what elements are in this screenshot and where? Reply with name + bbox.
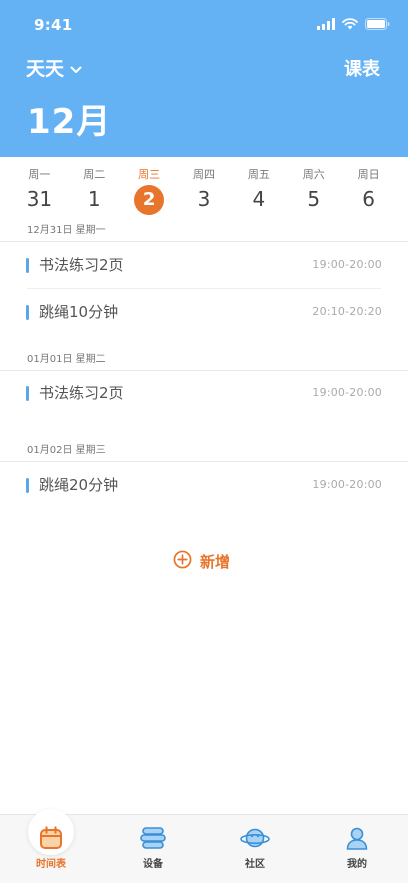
day-name: 周二 [83,168,106,181]
task-marker [26,305,29,320]
day-number: 2 [134,185,165,215]
tab-device[interactable]: 设备 [102,815,204,883]
day-name: 周五 [247,168,270,181]
day-number: 5 [307,187,321,211]
task-title: 跳绳10分钟 [39,303,119,321]
task-time: 19:00-20:00 [312,258,382,271]
task-title: 书法练习2页 [39,256,124,274]
task-item[interactable]: 书法练习2页 19:00-20:00 [26,254,382,278]
status-icons [317,16,390,32]
tab-timetable[interactable]: 时间表 [0,809,102,883]
plus-circle-icon [173,550,192,573]
tab-label: 时间表 [36,859,66,870]
add-task-label: 新增 [200,552,231,571]
task-time: 19:00-20:00 [312,478,382,491]
task-title: 书法练习2页 [39,384,124,402]
day-sun[interactable]: 周日 6 [341,168,396,216]
day-thu[interactable]: 周四 3 [177,168,232,216]
day-name: 周日 [357,168,380,181]
tab-label: 设备 [143,859,163,870]
day-number: 4 [252,187,266,211]
tab-profile[interactable]: 我的 [306,815,408,883]
divider [0,241,408,242]
calendar-icon [36,823,66,853]
date-heading: 01月02日 星期三 [27,445,106,456]
title-row: 天天 课表 [0,54,408,84]
day-name: 周四 [193,168,215,181]
user-selector[interactable]: 天天 [26,54,82,81]
add-task-button[interactable]: 新增 [173,549,230,573]
task-marker [26,258,29,273]
month-title: 12月 [27,102,112,142]
tab-community[interactable]: 社区 [204,815,306,883]
task-marker [26,478,29,493]
day-name: 周六 [302,168,325,181]
day-name: 周三 [138,168,161,181]
day-wed-selected[interactable]: 周三 2 [122,168,177,216]
day-name: 周一 [28,168,51,181]
date-heading: 12月31日 星期一 [27,225,106,236]
day-mon[interactable]: 周一 31 [12,168,67,216]
task-item[interactable]: 跳绳10分钟 20:10-20:20 [26,301,382,325]
task-marker [26,386,29,401]
task-item[interactable]: 书法练习2页 19:00-20:00 [26,382,382,406]
battery-icon [365,15,390,34]
status-bar: 9:41 [0,0,408,50]
planet-icon [240,823,270,853]
tab-label: 我的 [347,859,367,870]
tab-label: 社区 [245,859,265,870]
week-strip: 周一 31 周二 1 周三 2 周四 3 周五 4 周六 5 周日 6 [12,168,396,216]
tab-bar: 时间表 设备 社区 我的 [0,809,408,883]
signal-icon [317,15,335,34]
day-number: 31 [26,187,53,211]
day-fri[interactable]: 周五 4 [231,168,286,216]
date-heading: 01月01日 星期二 [27,354,106,365]
day-tue[interactable]: 周二 1 [67,168,122,216]
day-number: 6 [362,187,375,211]
task-time: 19:00-20:00 [312,386,382,399]
task-item[interactable]: 跳绳20分钟 19:00-20:00 [26,474,382,498]
day-number: 1 [87,187,101,211]
status-time: 9:41 [34,16,73,34]
divider [0,370,408,371]
person-icon [342,823,372,853]
header: 9:41 天天 课表 12月 [0,0,408,157]
user-name: 天天 [26,58,65,80]
device-icon [138,823,168,853]
task-time: 20:10-20:20 [312,305,382,318]
day-number: 3 [197,187,211,211]
schedule-link[interactable]: 课表 [344,55,380,81]
divider [27,288,381,289]
divider [0,461,408,462]
task-title: 跳绳20分钟 [39,476,119,494]
day-sat[interactable]: 周六 5 [286,168,341,216]
chevron-down-icon [70,57,82,79]
wifi-icon [342,15,358,34]
